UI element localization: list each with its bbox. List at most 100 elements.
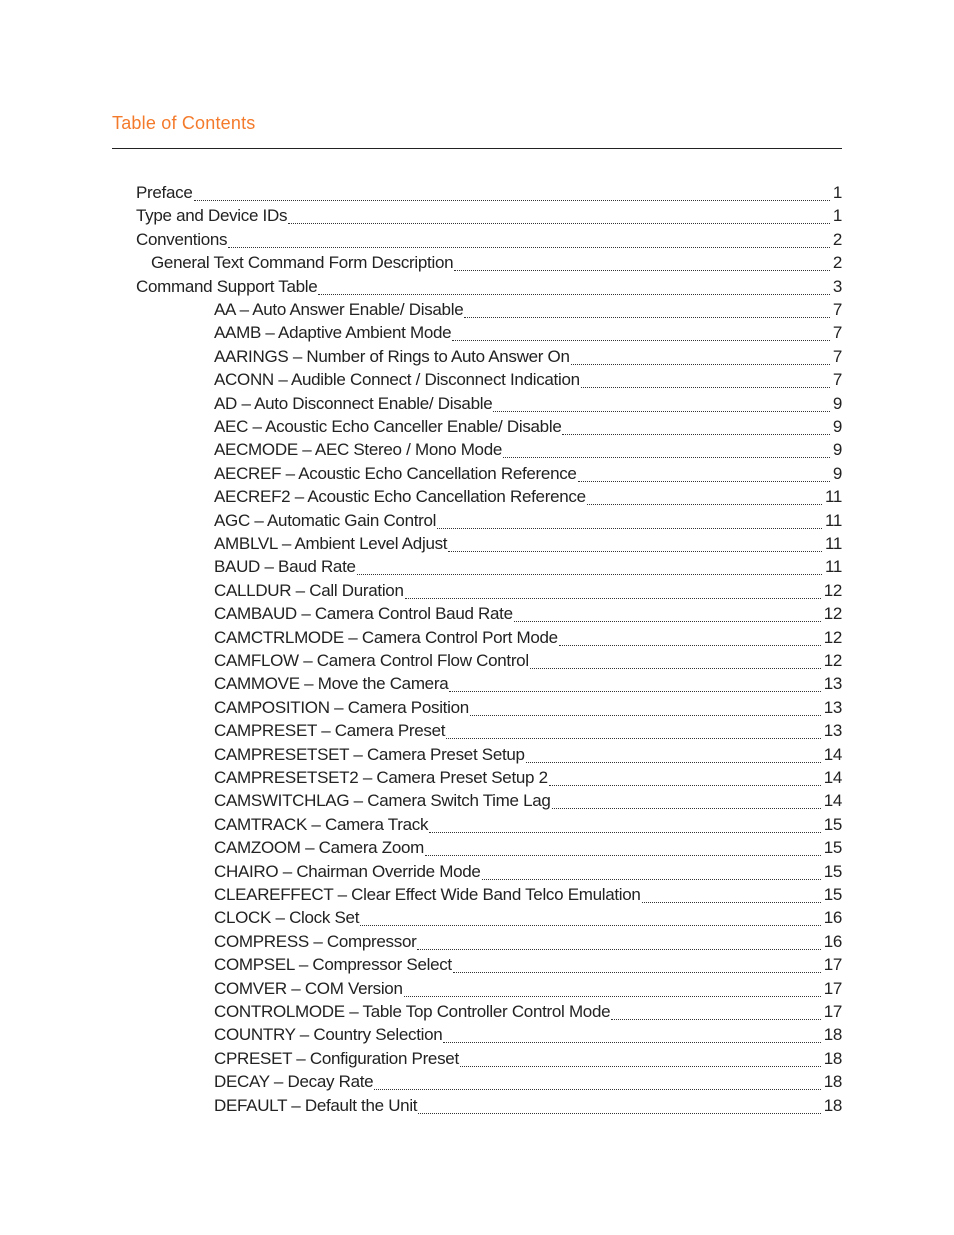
dot-leader [437, 527, 822, 529]
toc-entry-page: 7 [832, 346, 842, 366]
dot-leader [418, 1112, 821, 1114]
toc-entry[interactable]: CONTROLMODE – Table Top Controller Contr… [214, 1002, 842, 1025]
toc-entry-label: COUNTRY – Country Selection [214, 1025, 443, 1045]
toc-entry[interactable]: AARINGS – Number of Rings to Auto Answer… [214, 347, 842, 370]
toc-entry-page: 14 [823, 744, 843, 764]
toc-entry[interactable]: COMPSEL – Compressor Select 17 [214, 955, 842, 978]
toc-entry-page: 2 [832, 229, 842, 249]
toc-entry-page: 14 [823, 791, 843, 811]
dot-leader [449, 691, 821, 693]
toc-entry-page: 3 [832, 276, 842, 296]
toc-entry[interactable]: AMBLVL – Ambient Level Adjust 11 [214, 534, 842, 557]
dot-leader [562, 434, 830, 435]
toc-entry-label: Preface [136, 183, 193, 202]
toc-entry-page: 2 [832, 253, 842, 273]
toc-entry-label: Type and Device IDs [136, 206, 288, 226]
toc-entry-page: 1 [832, 183, 842, 202]
toc-entry-label: CPRESET – Configuration Preset [214, 1048, 459, 1068]
toc-entry-page: 11 [824, 557, 842, 577]
toc-entry[interactable]: DECAY – Decay Rate 18 [214, 1072, 842, 1095]
toc-entry[interactable]: CAMTRACK – Camera Track 15 [214, 815, 842, 838]
toc-entry[interactable]: CALLDUR – Call Duration 12 [214, 581, 842, 604]
dot-leader [193, 200, 830, 201]
toc-entry-label: CAMPOSITION – Camera Position [214, 697, 469, 717]
toc-entry-label: AAMB – Adaptive Ambient Mode [214, 323, 452, 343]
toc-entry[interactable]: AA – Auto Answer Enable/ Disable 7 [214, 300, 842, 323]
toc-entry[interactable]: CLOCK – Clock Set 16 [214, 908, 842, 931]
toc-entry[interactable]: AECREF2 – Acoustic Echo Cancellation Ref… [214, 487, 842, 510]
toc-entry[interactable]: AGC – Automatic Gain Control 11 [214, 511, 842, 534]
toc-entry-label: CAMSWITCHLAG – Camera Switch Time Lag [214, 791, 551, 811]
dot-leader [529, 668, 821, 669]
toc-entry[interactable]: COMPRESS – Compressor 16 [214, 932, 842, 955]
toc-entry[interactable]: AD – Auto Disconnect Enable/ Disable 9 [214, 394, 842, 417]
toc-entry-page: 11 [824, 510, 842, 530]
toc-entry[interactable]: CAMSWITCHLAG – Camera Switch Time Lag 14 [214, 791, 842, 814]
toc-entry-page: 9 [832, 463, 842, 483]
dot-leader [429, 831, 821, 833]
toc-entry-label: CAMMOVE – Move the Camera [214, 674, 449, 694]
toc-entry[interactable]: CAMPRESETSET – Camera Preset Setup 14 [214, 745, 842, 768]
dot-leader [446, 738, 821, 740]
dot-leader [577, 480, 830, 482]
toc-entry[interactable]: Type and Device IDs 1 [136, 206, 842, 229]
toc-entry[interactable]: CAMCTRLMODE – Camera Control Port Mode 12 [214, 628, 842, 651]
toc-entry[interactable]: CAMPRESET – Camera Preset 13 [214, 721, 842, 744]
toc-entry-label: CAMTRACK – Camera Track [214, 814, 429, 834]
toc-entry[interactable]: CAMFLOW – Camera Control Flow Control 12 [214, 651, 842, 674]
toc-entry[interactable]: CAMMOVE – Move the Camera 13 [214, 674, 842, 697]
toc-title: Table of Contents [112, 113, 256, 133]
toc-entry-label: COMPRESS – Compressor [214, 931, 417, 951]
toc-entry-label: CALLDUR – Call Duration [214, 580, 404, 600]
dot-leader [580, 387, 830, 389]
toc-entry[interactable]: BAUD – Baud Rate 11 [214, 557, 842, 580]
toc-entry-label: CLEAREFFECT – Clear Effect Wide Band Tel… [214, 885, 641, 904]
toc-entry[interactable]: CLEAREFFECT – Clear Effect Wide Band Tel… [214, 885, 842, 908]
dot-leader [481, 878, 821, 880]
toc-entry-page: 15 [823, 861, 843, 881]
toc-entry-label: AECREF2 – Acoustic Echo Cancellation Ref… [214, 487, 586, 507]
toc-entry-page: 18 [823, 1025, 843, 1045]
toc-entry-page: 16 [823, 931, 843, 951]
toc-entry[interactable]: CAMZOOM – Camera Zoom 15 [214, 838, 842, 861]
toc-entry-label: AMBLVL – Ambient Level Adjust [214, 534, 448, 553]
toc-entry[interactable]: Conventions 2 [136, 230, 842, 253]
dot-leader [503, 457, 830, 459]
dot-leader [586, 504, 822, 506]
toc-entry[interactable]: AEC – Acoustic Echo Canceller Enable/ Di… [214, 417, 842, 440]
toc-entry[interactable]: AECREF – Acoustic Echo Cancellation Refe… [214, 464, 842, 487]
toc-entry[interactable]: ACONN – Audible Connect / Disconnect Ind… [214, 370, 842, 393]
toc-entry[interactable]: CAMBAUD – Camera Control Baud Rate 12 [214, 604, 842, 627]
dot-leader [228, 246, 830, 248]
toc-entry-page: 14 [823, 768, 843, 787]
dot-leader [469, 714, 821, 716]
toc-entry[interactable]: AAMB – Adaptive Ambient Mode 7 [214, 323, 842, 346]
toc-entry-page: 9 [832, 440, 842, 460]
toc-entry-page: 9 [832, 393, 842, 413]
toc-entry[interactable]: COMVER – COM Version 17 [214, 979, 842, 1002]
dot-leader [404, 597, 821, 599]
toc-entry[interactable]: CPRESET – Configuration Preset 18 [214, 1049, 842, 1072]
toc-entry[interactable]: CAMPRESETSET2 – Camera Preset Setup 2 14 [214, 768, 842, 791]
toc-entry-page: 15 [823, 885, 843, 904]
toc-entry[interactable]: CAMPOSITION – Camera Position 13 [214, 698, 842, 721]
toc-entry-page: 17 [823, 978, 843, 998]
toc-entry-label: General Text Command Form Description [151, 253, 454, 273]
toc-entry[interactable]: COUNTRY – Country Selection 18 [214, 1025, 842, 1048]
toc-entry-label: CAMFLOW – Camera Control Flow Control [214, 651, 529, 670]
title-divider [112, 148, 842, 149]
dot-leader [570, 363, 830, 365]
dot-leader [513, 621, 821, 623]
toc-entry-page: 18 [823, 1048, 843, 1068]
toc-entry[interactable]: DEFAULT – Default the Unit 18 [214, 1096, 842, 1119]
toc-entry[interactable]: AECMODE – AEC Stereo / Mono Mode 9 [214, 440, 842, 463]
toc-entry[interactable]: Command Support Table 3 [136, 277, 842, 300]
toc-entry-page: 16 [823, 908, 843, 928]
toc-entry[interactable]: Preface 1 [136, 183, 842, 206]
toc-entry[interactable]: CHAIRO – Chairman Override Mode 15 [214, 862, 842, 885]
toc-entry-label: CHAIRO – Chairman Override Mode [214, 861, 481, 881]
dot-leader [464, 317, 830, 318]
dot-leader [551, 808, 821, 810]
toc-entry-label: AD – Auto Disconnect Enable/ Disable [214, 393, 493, 413]
toc-entry[interactable]: General Text Command Form Description 2 [151, 253, 842, 276]
